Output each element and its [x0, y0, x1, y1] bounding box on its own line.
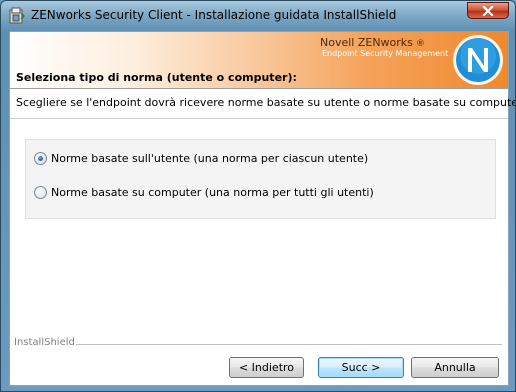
installshield-label: InstallShield [14, 337, 75, 348]
close-button[interactable] [467, 2, 509, 19]
next-button[interactable]: Succ > [318, 357, 404, 378]
brand-name: Novell ZENworks ® [320, 36, 425, 49]
installer-icon [9, 7, 26, 24]
option-user-policies-label[interactable]: Norme basate sull'utente (una norma per … [51, 152, 368, 165]
installer-window: ZENworks Security Client - Installazione… [0, 0, 516, 392]
option-user-policies[interactable]: Norme basate sull'utente (una norma per … [34, 150, 368, 166]
brand-subtitle: Endpoint Security Management [322, 49, 449, 58]
footer-separator [76, 344, 502, 345]
header-banner: Novell ZENworks ® Endpoint Security Manag… [10, 32, 508, 89]
header-separator [10, 118, 508, 119]
back-button[interactable]: < Indietro [229, 357, 304, 378]
dialog-client-area: Novell ZENworks ® Endpoint Security Manag… [9, 31, 515, 386]
brand-registered-mark: ® [415, 39, 425, 49]
option-computer-policies[interactable]: Norme basate su computer (una norma per … [34, 184, 374, 200]
description-text: Scegliere se l'endpoint dovrà ricevere n… [16, 96, 516, 109]
radio-user-policies[interactable] [34, 151, 47, 165]
policy-type-group: Norme basate sull'utente (una norma per … [25, 139, 496, 219]
cancel-button[interactable]: Annulla [411, 357, 499, 378]
radio-computer-policies[interactable] [34, 185, 47, 199]
radio-selected-dot [38, 155, 43, 161]
zenworks-logo-icon [452, 34, 504, 86]
window-title: ZENworks Security Client - Installazione… [31, 8, 397, 22]
close-icon [482, 6, 494, 16]
page-title: Seleziona tipo di norma (utente o comput… [16, 71, 297, 84]
option-computer-policies-label[interactable]: Norme basate su computer (una norma per … [51, 186, 374, 199]
title-bar[interactable]: ZENworks Security Client - Installazione… [1, 1, 515, 31]
